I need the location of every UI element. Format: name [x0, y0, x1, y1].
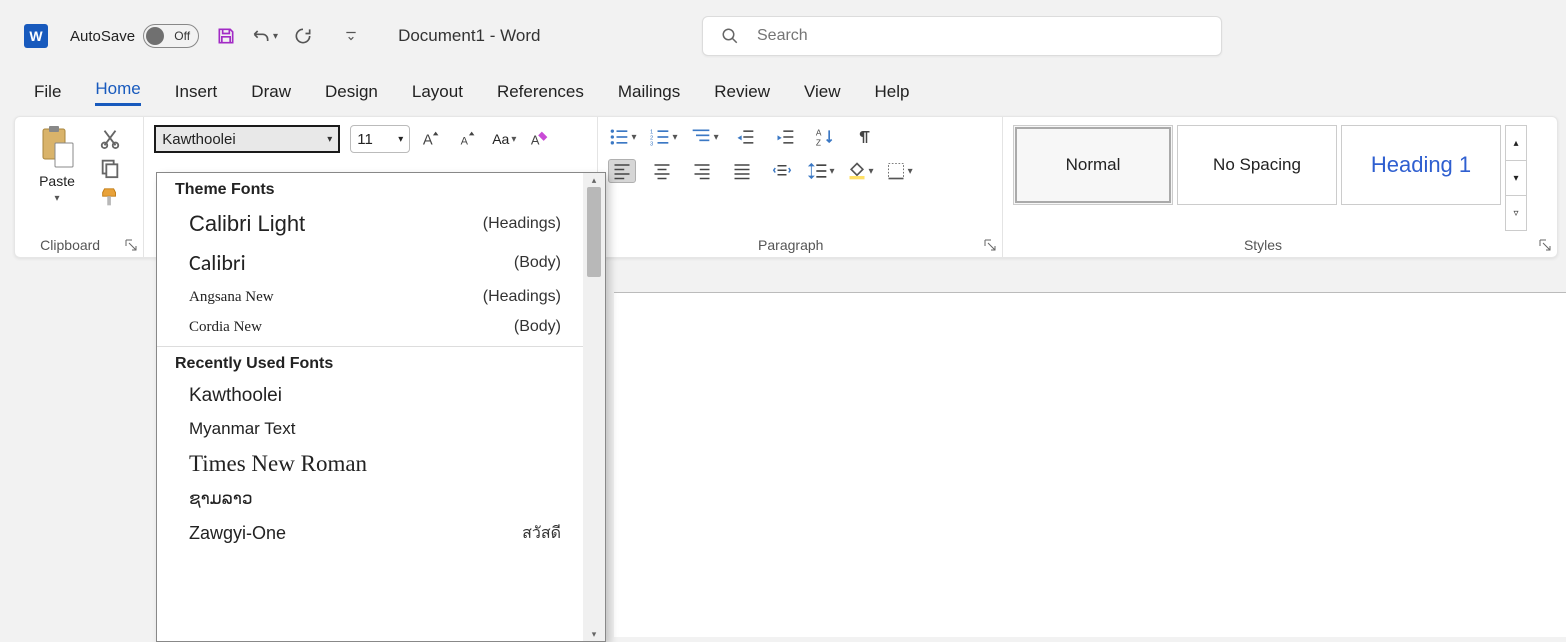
redo-button[interactable]: [292, 25, 314, 47]
font-item[interactable]: Angsana New(Headings): [157, 282, 583, 312]
tab-home[interactable]: Home: [95, 75, 140, 106]
align-right-button[interactable]: [688, 159, 716, 183]
font-item[interactable]: Calibri(Body): [157, 243, 583, 282]
font-name-combo[interactable]: Kawthoolei ▾: [154, 125, 340, 153]
tab-draw[interactable]: Draw: [251, 78, 291, 106]
font-item[interactable]: ຊາມລາວ: [157, 483, 583, 515]
tab-design[interactable]: Design: [325, 78, 378, 106]
align-center-button[interactable]: [648, 159, 676, 183]
chevron-down-icon: ▾: [398, 134, 403, 145]
shrink-font-button[interactable]: A: [454, 127, 482, 151]
format-painter-icon[interactable]: [99, 187, 121, 209]
search-input[interactable]: [757, 27, 1203, 45]
svg-text:A: A: [815, 127, 821, 137]
cut-icon[interactable]: [99, 127, 121, 149]
tab-layout[interactable]: Layout: [412, 78, 463, 106]
document-title: Document1 - Word: [398, 26, 540, 46]
paste-button[interactable]: Paste ▾: [25, 125, 89, 231]
word-app-icon: W: [24, 24, 48, 48]
justify-button[interactable]: [728, 159, 756, 183]
distributed-button[interactable]: [768, 159, 796, 183]
save-icon[interactable]: [215, 25, 237, 47]
copy-icon[interactable]: [99, 157, 121, 179]
tab-mailings[interactable]: Mailings: [618, 78, 680, 106]
chevron-down-icon: ▾: [54, 193, 59, 204]
paragraph-dialog-launcher[interactable]: [982, 237, 998, 253]
svg-text:A: A: [461, 136, 469, 148]
tab-file[interactable]: File: [34, 78, 61, 106]
clipboard-group: Paste ▾ Clipboard: [15, 117, 144, 257]
bullets-button[interactable]: ▾: [608, 127, 637, 147]
font-name-value: Kawthoolei: [162, 131, 235, 148]
font-dropdown-scrollbar[interactable]: ▴ ▾: [583, 173, 605, 641]
font-item[interactable]: Calibri Light(Headings): [157, 205, 583, 243]
font-item[interactable]: Cordia New(Body): [157, 312, 583, 342]
decrease-indent-button[interactable]: [731, 125, 759, 149]
ribbon-tabs: File Home Insert Draw Design Layout Refe…: [0, 72, 1566, 110]
font-dropdown: Theme Fonts Calibri Light(Headings) Cali…: [156, 172, 606, 642]
font-item[interactable]: Times New Roman: [157, 445, 583, 483]
svg-text:3: 3: [650, 141, 653, 147]
shading-button[interactable]: ▾: [847, 161, 874, 181]
change-case-button[interactable]: Aa▾: [490, 127, 518, 151]
search-box[interactable]: [702, 16, 1222, 56]
theme-fonts-heading: Theme Fonts: [157, 173, 583, 205]
scroll-up-icon[interactable]: ▴: [583, 173, 605, 187]
paragraph-group-label: Paragraph: [598, 237, 985, 253]
chevron-down-icon: ▾: [273, 31, 278, 42]
search-icon: [721, 27, 739, 45]
tab-review[interactable]: Review: [714, 78, 770, 106]
font-size-combo[interactable]: 11 ▾: [350, 125, 410, 153]
align-left-button[interactable]: [608, 159, 636, 183]
styles-dialog-launcher[interactable]: [1537, 237, 1553, 253]
paste-label: Paste: [39, 173, 75, 189]
scroll-down-icon[interactable]: ▾: [583, 627, 605, 641]
styles-more-button[interactable]: ▿: [1506, 196, 1526, 230]
font-item[interactable]: Zawgyi-Oneสวัสดี: [157, 515, 583, 552]
svg-text:A: A: [531, 133, 540, 148]
font-item[interactable]: Kawthoolei: [157, 379, 583, 413]
show-paragraph-marks-button[interactable]: [851, 125, 879, 149]
styles-group: Normal No Spacing Heading 1 ▴ ▾ ▿ Styles: [1003, 117, 1557, 257]
scroll-thumb[interactable]: [587, 187, 601, 277]
font-size-value: 11: [357, 131, 373, 148]
undo-button[interactable]: ▾: [251, 26, 278, 46]
svg-text:A: A: [423, 133, 433, 149]
clipboard-dialog-launcher[interactable]: [123, 237, 139, 253]
line-spacing-button[interactable]: ▾: [808, 161, 835, 181]
tab-help[interactable]: Help: [875, 78, 910, 106]
borders-button[interactable]: ▾: [886, 161, 913, 181]
font-item[interactable]: Myanmar Text: [157, 413, 583, 445]
qat-customize-icon[interactable]: [340, 25, 362, 47]
clipboard-group-label: Clipboard: [15, 237, 125, 253]
recent-fonts-heading: Recently Used Fonts: [157, 347, 583, 379]
clear-formatting-button[interactable]: A: [526, 127, 554, 151]
style-heading-1[interactable]: Heading 1: [1341, 125, 1501, 205]
tab-references[interactable]: References: [497, 78, 584, 106]
autosave-state: Off: [174, 29, 190, 43]
autosave-toggle[interactable]: Off: [143, 24, 199, 48]
increase-indent-button[interactable]: [771, 125, 799, 149]
styles-up-button[interactable]: ▴: [1506, 126, 1526, 161]
tab-view[interactable]: View: [804, 78, 841, 106]
svg-text:Z: Z: [815, 137, 820, 147]
style-normal[interactable]: Normal: [1013, 125, 1173, 205]
numbering-button[interactable]: 123▾: [649, 127, 678, 147]
sort-button[interactable]: AZ: [811, 125, 839, 149]
grow-font-button[interactable]: A: [418, 127, 446, 151]
multilevel-list-button[interactable]: ▾: [690, 127, 719, 147]
paragraph-group: ▾ 123▾ ▾ AZ ▾ ▾ ▾ Paragraph: [598, 117, 1004, 257]
style-no-spacing[interactable]: No Spacing: [1177, 125, 1337, 205]
document-canvas[interactable]: [614, 292, 1566, 637]
styles-down-button[interactable]: ▾: [1506, 161, 1526, 196]
autosave-label: AutoSave: [70, 28, 135, 45]
chevron-down-icon: ▾: [327, 134, 332, 145]
styles-group-label: Styles: [1003, 237, 1523, 253]
tab-insert[interactable]: Insert: [175, 78, 218, 106]
paste-icon: [37, 125, 77, 169]
